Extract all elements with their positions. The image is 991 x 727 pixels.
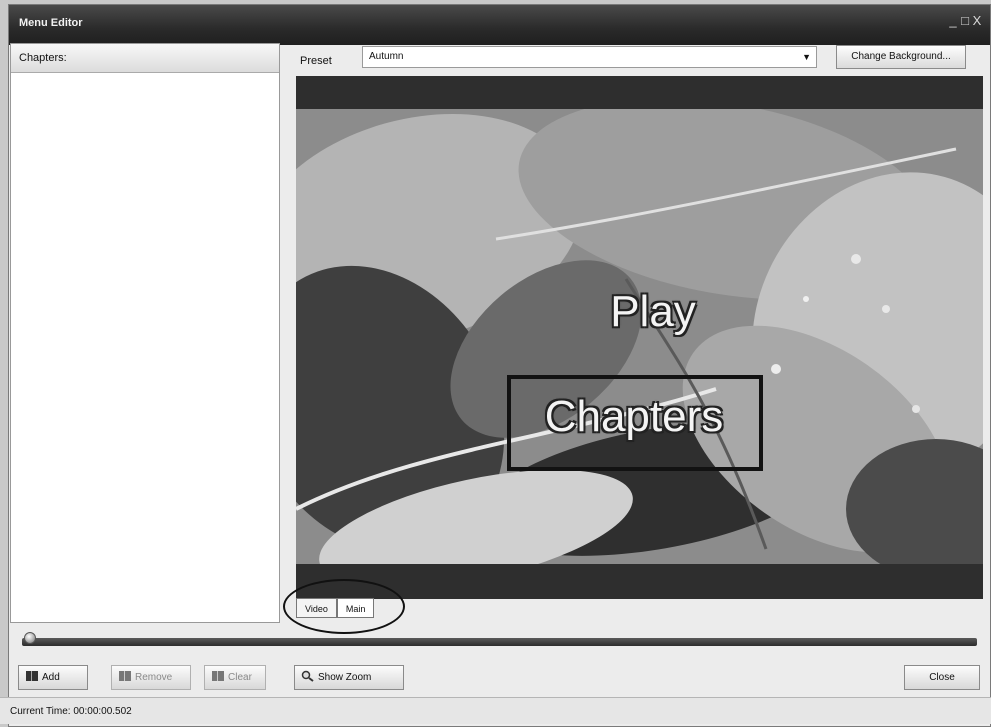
remove-label: Remove xyxy=(135,672,173,683)
minimize-button[interactable]: _ xyxy=(948,13,960,28)
preset-value: Autumn xyxy=(369,51,404,62)
window-title: Menu Editor xyxy=(19,17,83,29)
show-zoom-label: Show Zoom xyxy=(318,672,372,683)
clear-label: Clear xyxy=(228,672,252,683)
window-controls: _ □ X xyxy=(948,13,984,28)
show-zoom-button[interactable]: Show Zoom xyxy=(294,665,404,690)
change-background-button[interactable]: Change Background... xyxy=(836,45,966,69)
current-time-text: Current Time: 00:00:00.502 xyxy=(10,706,132,717)
maximize-button[interactable]: □ xyxy=(960,13,972,28)
preset-dropdown[interactable]: Autumn ▼ xyxy=(362,46,817,68)
book-add-icon xyxy=(26,671,38,681)
timeline-slider[interactable] xyxy=(14,632,983,650)
chapters-header: Chapters: xyxy=(11,44,279,73)
annotation-circle xyxy=(283,579,405,634)
remove-button[interactable]: Remove xyxy=(111,665,191,690)
close-button[interactable]: Close xyxy=(904,665,980,690)
menu-play-button[interactable]: Play xyxy=(593,287,713,337)
add-button[interactable]: Add xyxy=(18,665,88,690)
chapters-list[interactable]: Chapters: xyxy=(10,43,280,623)
timeline-track[interactable] xyxy=(22,638,977,646)
status-bar: Current Time: 00:00:00.502 xyxy=(0,697,991,724)
preset-label: Preset xyxy=(300,55,332,67)
autumn-leaves-background: Play Chapters xyxy=(296,109,983,564)
timeline-thumb[interactable] xyxy=(24,632,36,644)
chevron-down-icon: ▼ xyxy=(802,52,811,62)
menu-preview: Play Chapters xyxy=(296,76,983,599)
book-remove-icon xyxy=(119,671,131,681)
add-label: Add xyxy=(42,672,60,683)
title-bar: Menu Editor _ □ X xyxy=(9,5,990,45)
menu-chapters-button[interactable]: Chapters xyxy=(516,392,752,442)
book-clear-icon xyxy=(212,671,224,681)
close-window-button[interactable]: X xyxy=(972,13,984,28)
magnifier-icon xyxy=(301,670,314,682)
clear-button[interactable]: Clear xyxy=(204,665,266,690)
